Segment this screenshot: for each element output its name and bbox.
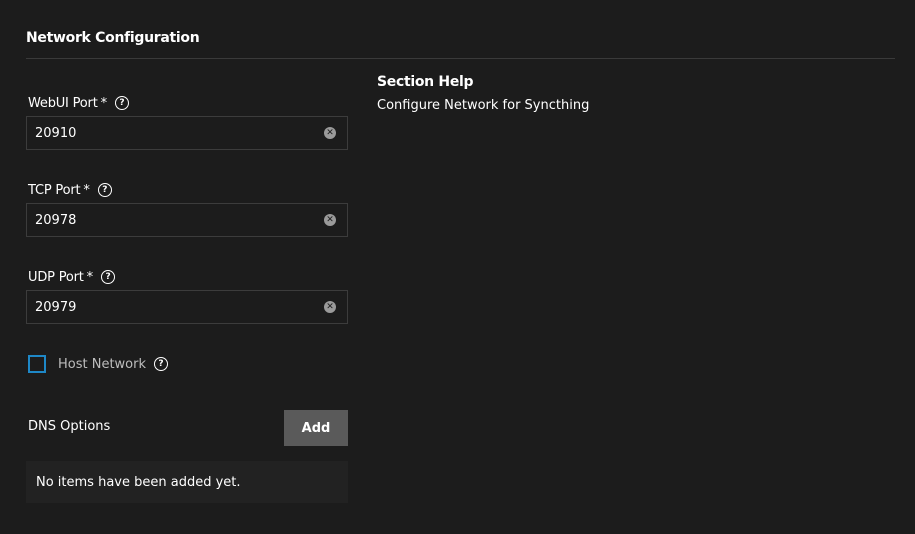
clear-icon[interactable]: ✕ (324, 214, 336, 226)
host-network-checkbox[interactable] (28, 355, 46, 373)
section-divider (26, 58, 895, 59)
required-mark: * (86, 269, 94, 285)
udp-port-label: UDP Port * ? (28, 268, 115, 286)
help-icon[interactable]: ? (97, 183, 112, 197)
host-network-label[interactable]: Host Network (58, 357, 146, 372)
udp-port-label-text: UDP Port (28, 269, 84, 285)
udp-port-field[interactable]: ✕ (26, 290, 348, 324)
clear-icon[interactable]: ✕ (324, 301, 336, 313)
section-help-text: Configure Network for Syncthing (377, 98, 590, 113)
add-dns-option-button[interactable]: Add (284, 410, 348, 446)
tcp-port-field[interactable]: ✕ (26, 203, 348, 237)
help-icon[interactable]: ? (114, 96, 129, 110)
help-icon[interactable]: ? (154, 357, 169, 371)
webui-port-label-text: WebUI Port (28, 95, 98, 111)
host-network-row: Host Network ? (28, 355, 169, 373)
tcp-port-label: TCP Port * ? (28, 181, 112, 199)
section-title: Network Configuration (26, 30, 200, 46)
section-help-title: Section Help (377, 74, 474, 90)
webui-port-field[interactable]: ✕ (26, 116, 348, 150)
webui-port-label: WebUI Port * ? (28, 94, 129, 112)
dns-options-label: DNS Options (28, 419, 111, 434)
required-mark: * (100, 95, 108, 111)
clear-icon[interactable]: ✕ (324, 127, 336, 139)
udp-port-input[interactable] (35, 291, 305, 323)
tcp-port-input[interactable] (35, 204, 305, 236)
network-configuration-page: Network Configuration WebUI Port* ? ✕ TC… (0, 0, 915, 534)
tcp-port-label-text: TCP Port (28, 182, 81, 198)
help-icon[interactable]: ? (100, 270, 115, 284)
empty-message: No items have been added yet. (36, 474, 241, 490)
required-mark: * (83, 182, 90, 198)
dns-options-empty-state: No items have been added yet. (26, 461, 348, 503)
webui-port-input[interactable] (35, 117, 305, 149)
